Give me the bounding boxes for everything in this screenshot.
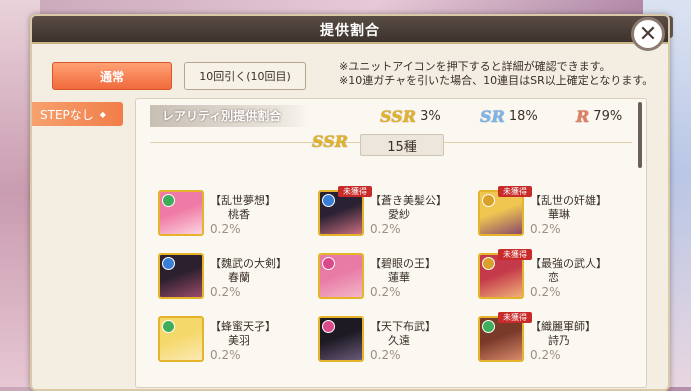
element-icon: [322, 320, 335, 333]
note-line: ※ユニットアイコンを押下すると詳細が確認できます。: [339, 60, 611, 73]
character-name: 美羽: [228, 334, 250, 347]
character-name: 恋: [548, 271, 559, 284]
close-icon: ✕: [638, 21, 658, 47]
step-label: STEPなし: [40, 107, 94, 122]
element-icon: [162, 194, 175, 207]
scrollbar[interactable]: [638, 102, 642, 168]
element-icon: [322, 257, 335, 270]
sr-badge-icon: SR: [480, 107, 505, 126]
character-rate: 0.2%: [370, 222, 401, 236]
character-name: 愛紗: [388, 208, 410, 221]
rate-r-value: 79%: [593, 109, 623, 124]
rate-sr-value: 18%: [508, 109, 538, 124]
character-name: 蓮華: [388, 271, 410, 284]
rates-dialog: 提供割合 ✕ 通常 10回引く(10回目) ※ユニットアイコンを押下すると詳細が…: [30, 14, 670, 391]
element-icon: [482, 320, 495, 333]
element-icon: [162, 257, 175, 270]
element-icon: [322, 194, 335, 207]
element-icon: [482, 257, 495, 270]
character-cell[interactable]: 未獲得 【織麗軍師】 詩乃 0.2%: [478, 312, 628, 368]
rate-ssr: SSR 3%: [380, 107, 441, 126]
r-badge-icon: R: [576, 107, 590, 126]
step-marker-icon: ◆: [99, 109, 106, 119]
tab-ten-pull[interactable]: 10回引く(10回目): [184, 62, 306, 90]
element-icon: [482, 194, 495, 207]
rate-r: R 79%: [576, 107, 622, 126]
close-button[interactable]: ✕: [631, 17, 665, 51]
tab-normal[interactable]: 通常: [52, 62, 172, 90]
character-title: 【最強の武人】: [530, 257, 607, 270]
ssr-badge-icon: SSR: [312, 132, 349, 151]
character-portrait[interactable]: [158, 253, 204, 299]
character-rate: 0.2%: [210, 285, 241, 299]
character-cell[interactable]: 【天下布武】 久遠 0.2%: [318, 316, 468, 368]
character-rate: 0.2%: [210, 348, 241, 362]
character-name: 華琳: [548, 208, 570, 221]
rate-sr: SR 18%: [480, 107, 538, 126]
ssr-badge-icon: SSR: [380, 107, 417, 126]
character-cell[interactable]: 【碧眼の王】 蓮華 0.2%: [318, 253, 468, 305]
character-rate: 0.2%: [210, 222, 241, 236]
character-portrait[interactable]: [318, 316, 364, 362]
rate-ssr-value: 3%: [420, 109, 441, 124]
notes: ※ユニットアイコンを押下すると詳細が確認できます。 ※10連ガチャを引いた場合、…: [339, 60, 653, 88]
character-rate: 0.2%: [530, 222, 561, 236]
character-rate: 0.2%: [370, 348, 401, 362]
character-cell[interactable]: 【魏武の大剣】 春蘭 0.2%: [158, 253, 308, 305]
character-portrait[interactable]: [158, 316, 204, 362]
dialog-titlebar: 提供割合: [32, 16, 668, 44]
character-name: 久遠: [388, 334, 410, 347]
unowned-badge: 未獲得: [498, 249, 532, 260]
character-rate: 0.2%: [530, 285, 561, 299]
character-name: 春蘭: [228, 271, 250, 284]
section-count: 15種: [360, 134, 444, 156]
character-cell[interactable]: 未獲得 【乱世の奸雄】 華琳 0.2%: [478, 186, 628, 242]
character-portrait[interactable]: [318, 253, 364, 299]
character-cell[interactable]: 【乱世夢想】 桃香 0.2%: [158, 190, 308, 242]
character-cell[interactable]: 未獲得 【最強の武人】恋 0.2%: [478, 249, 628, 305]
character-name: 桃香: [228, 208, 250, 221]
character-cell[interactable]: 未獲得 【蒼き美髪公】 愛紗 0.2%: [318, 186, 468, 242]
section-ssr: SSR: [312, 132, 352, 151]
rates-panel[interactable]: レアリティ別提供割合 SSR 3% SR 18% R 79% SSR 15種 【…: [135, 98, 647, 388]
character-portrait[interactable]: [158, 190, 204, 236]
step-selector[interactable]: STEPなし ◆: [32, 102, 123, 126]
character-rate: 0.2%: [530, 348, 561, 362]
element-icon: [162, 320, 175, 333]
note-line: ※10連ガチャを引いた場合、10連目はSR以上確定となります。: [339, 74, 654, 87]
character-rate: 0.2%: [370, 285, 401, 299]
unowned-badge: 未獲得: [498, 186, 532, 197]
unowned-badge: 未獲得: [498, 312, 532, 323]
unowned-badge: 未獲得: [338, 186, 372, 197]
character-cell[interactable]: 【蜂蜜天孑】 美羽 0.2%: [158, 316, 308, 368]
dialog-title: 提供割合: [320, 23, 380, 39]
character-name: 詩乃: [548, 334, 570, 347]
rarity-banner: レアリティ別提供割合: [150, 105, 310, 127]
